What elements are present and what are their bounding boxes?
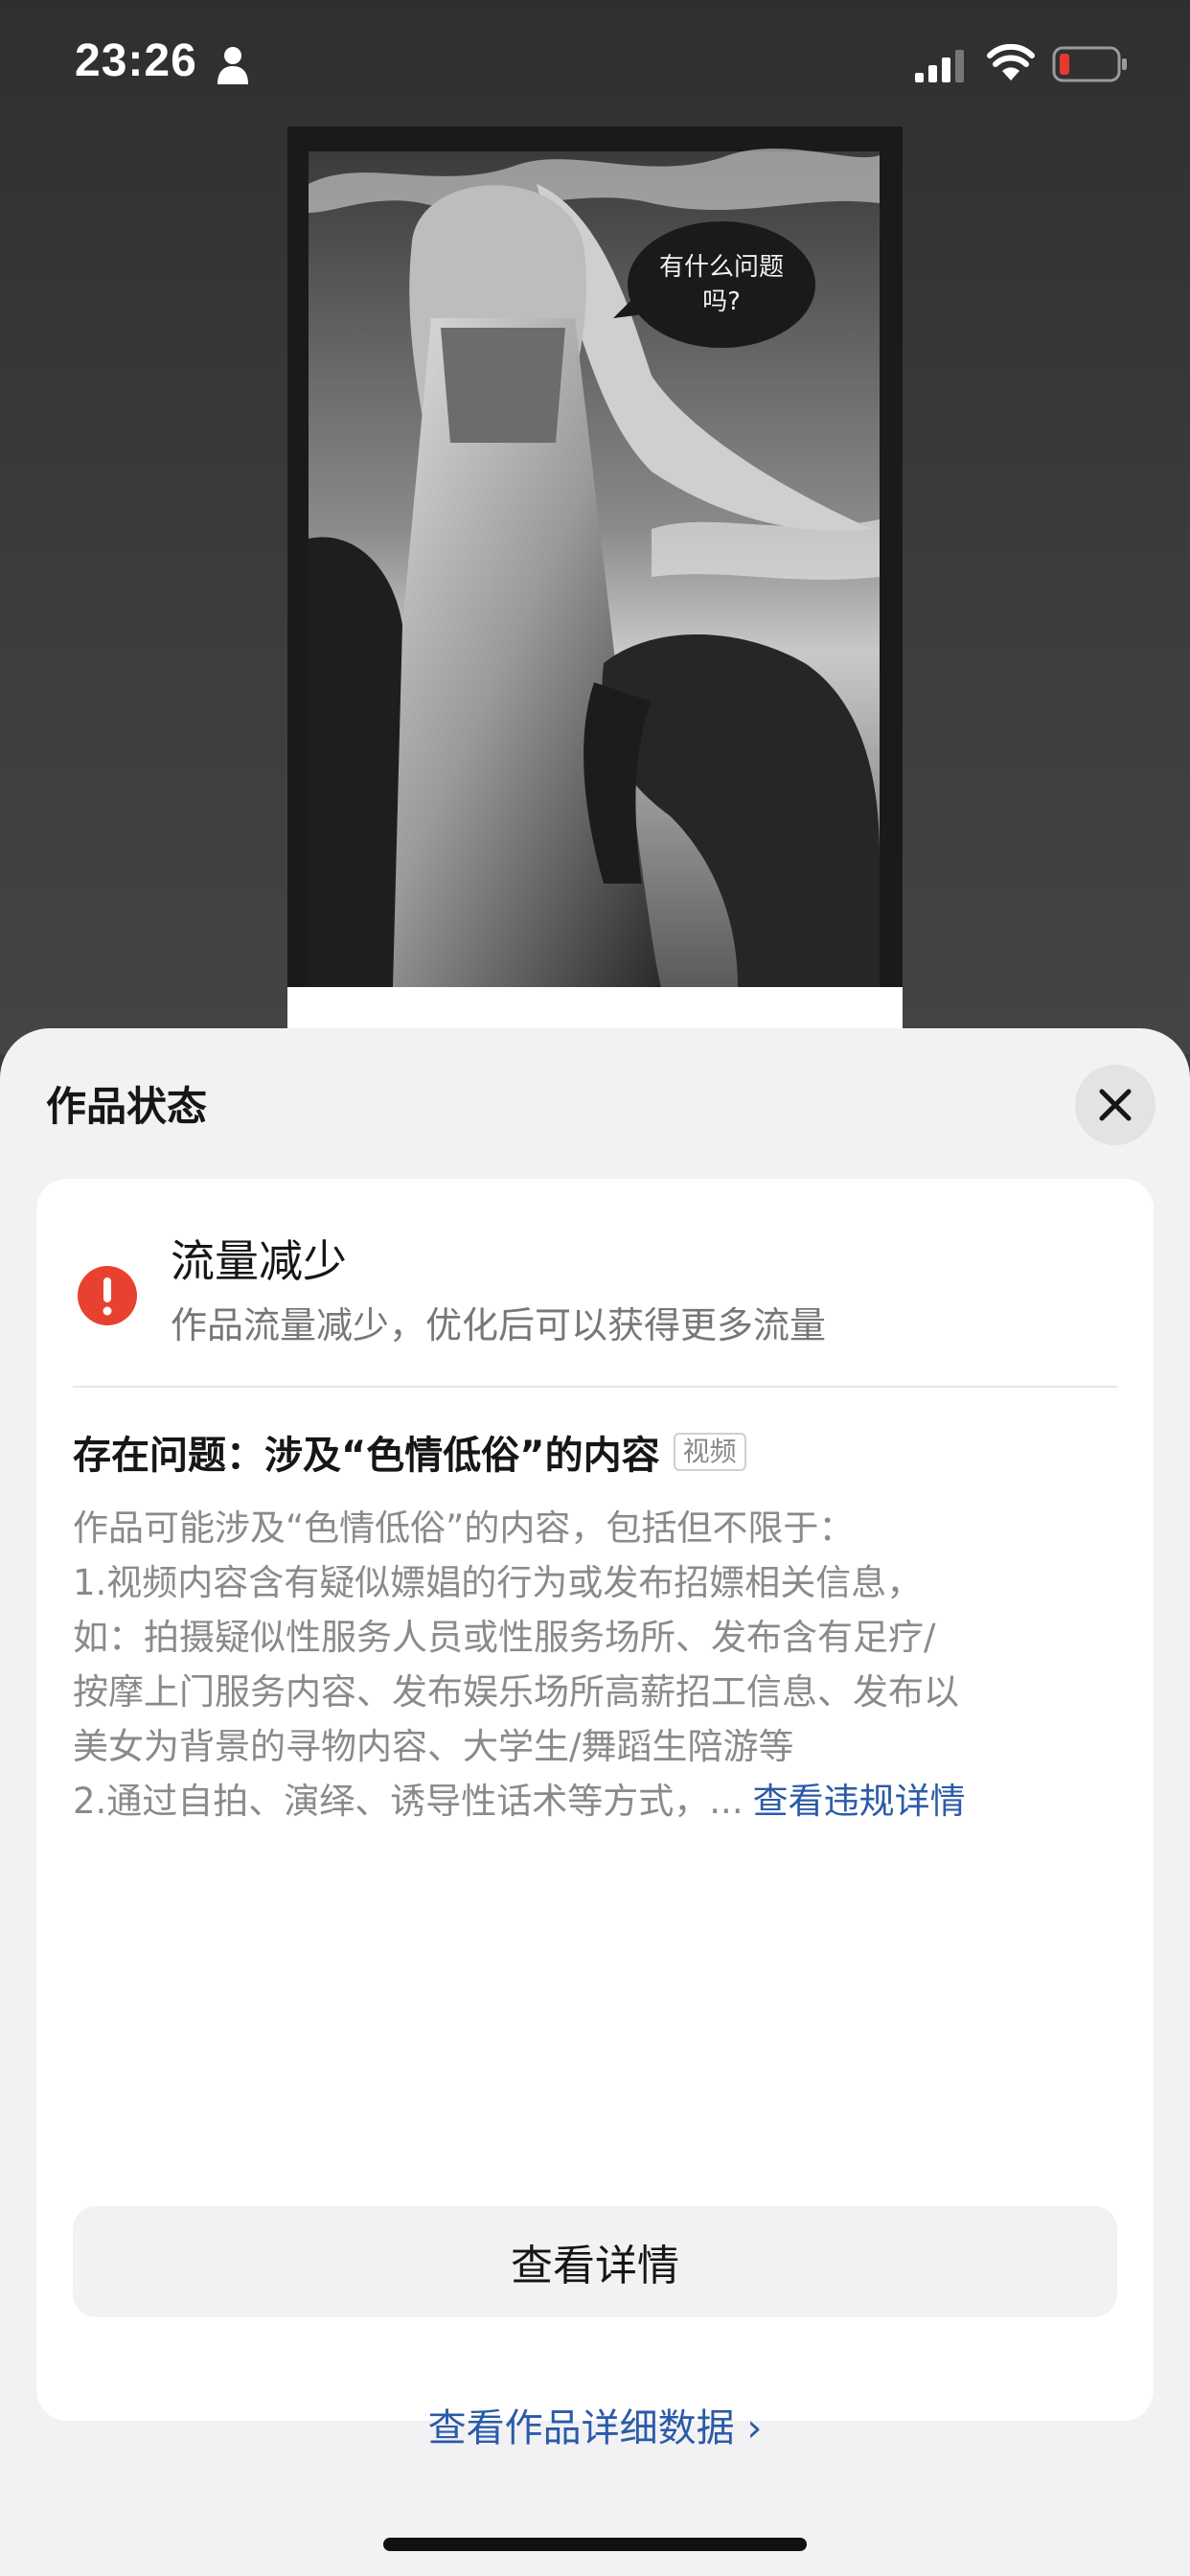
issue-line: 如：拍摄疑似性服务人员或性服务场所、发布含有足疗/ (73, 1617, 936, 1658)
speech-bubble-text: 有什么问题吗? (658, 253, 784, 316)
issue-line: 美女为背景的寻物内容、大学生/舞蹈生陪游等 (73, 1726, 794, 1767)
status-bar: 23:26 (0, 0, 1190, 125)
issue-tag: 视频 (673, 1433, 746, 1471)
issue-line: 1.视频内容含有疑似嫖娼的行为或发布招嫖相关信息， (73, 1562, 923, 1603)
issue-line: 作品可能涉及“色情低俗”的内容，包括但不限于： (73, 1507, 855, 1549)
warning-icon (78, 1266, 137, 1325)
close-button[interactable] (1075, 1065, 1156, 1145)
issue-line-text: 2.通过自拍、演绎、诱导性话术等方式，... (73, 1781, 744, 1822)
sheet-title: 作品状态 (46, 1083, 208, 1130)
view-work-data-link[interactable]: 查看作品详细数据 › (0, 2397, 1190, 2452)
home-indicator[interactable] (383, 2538, 807, 2551)
wifi-icon (987, 44, 1035, 80)
view-details-button[interactable]: 查看详情 (73, 2206, 1117, 2317)
view-violation-details-link[interactable]: 查看违规详情 (753, 1781, 966, 1822)
issue-title: 存在问题：涉及“色情低俗”的内容 视频 (73, 1424, 746, 1480)
issue-line-last: 2.通过自拍、演绎、诱导性话术等方式，... 查看违规详情 (73, 1774, 1117, 1828)
divider (73, 1386, 1117, 1388)
close-icon (1099, 1089, 1132, 1121)
issue-line: 按摩上门服务内容、发布娱乐场所高薪招工信息、发布以 (73, 1671, 959, 1713)
issue-title-text: 存在问题：涉及“色情低俗”的内容 (73, 1434, 660, 1478)
battery-low-icon (1052, 46, 1127, 82)
signal-icon (915, 50, 964, 82)
status-description: 作品流量减少，优化后可以获得更多流量 (171, 1304, 827, 1346)
status-time: 23:26 (75, 35, 197, 86)
status-card: 流量减少 作品流量减少，优化后可以获得更多流量 存在问题：涉及“色情低俗”的内容… (36, 1179, 1154, 2421)
person-icon (217, 47, 248, 84)
video-preview[interactable]: 有什么问题吗? (287, 126, 903, 1075)
work-status-sheet: 作品状态 流量减少 作品流量减少，优化后可以获得更多流量 存在问题：涉及“色情低… (0, 1028, 1190, 2576)
artwork-image: 有什么问题吗? (287, 126, 903, 987)
status-heading: 流量减少 (171, 1235, 347, 1287)
issue-description: 作品可能涉及“色情低俗”的内容，包括但不限于： 1.视频内容含有疑似嫖娼的行为或… (73, 1501, 1117, 1828)
